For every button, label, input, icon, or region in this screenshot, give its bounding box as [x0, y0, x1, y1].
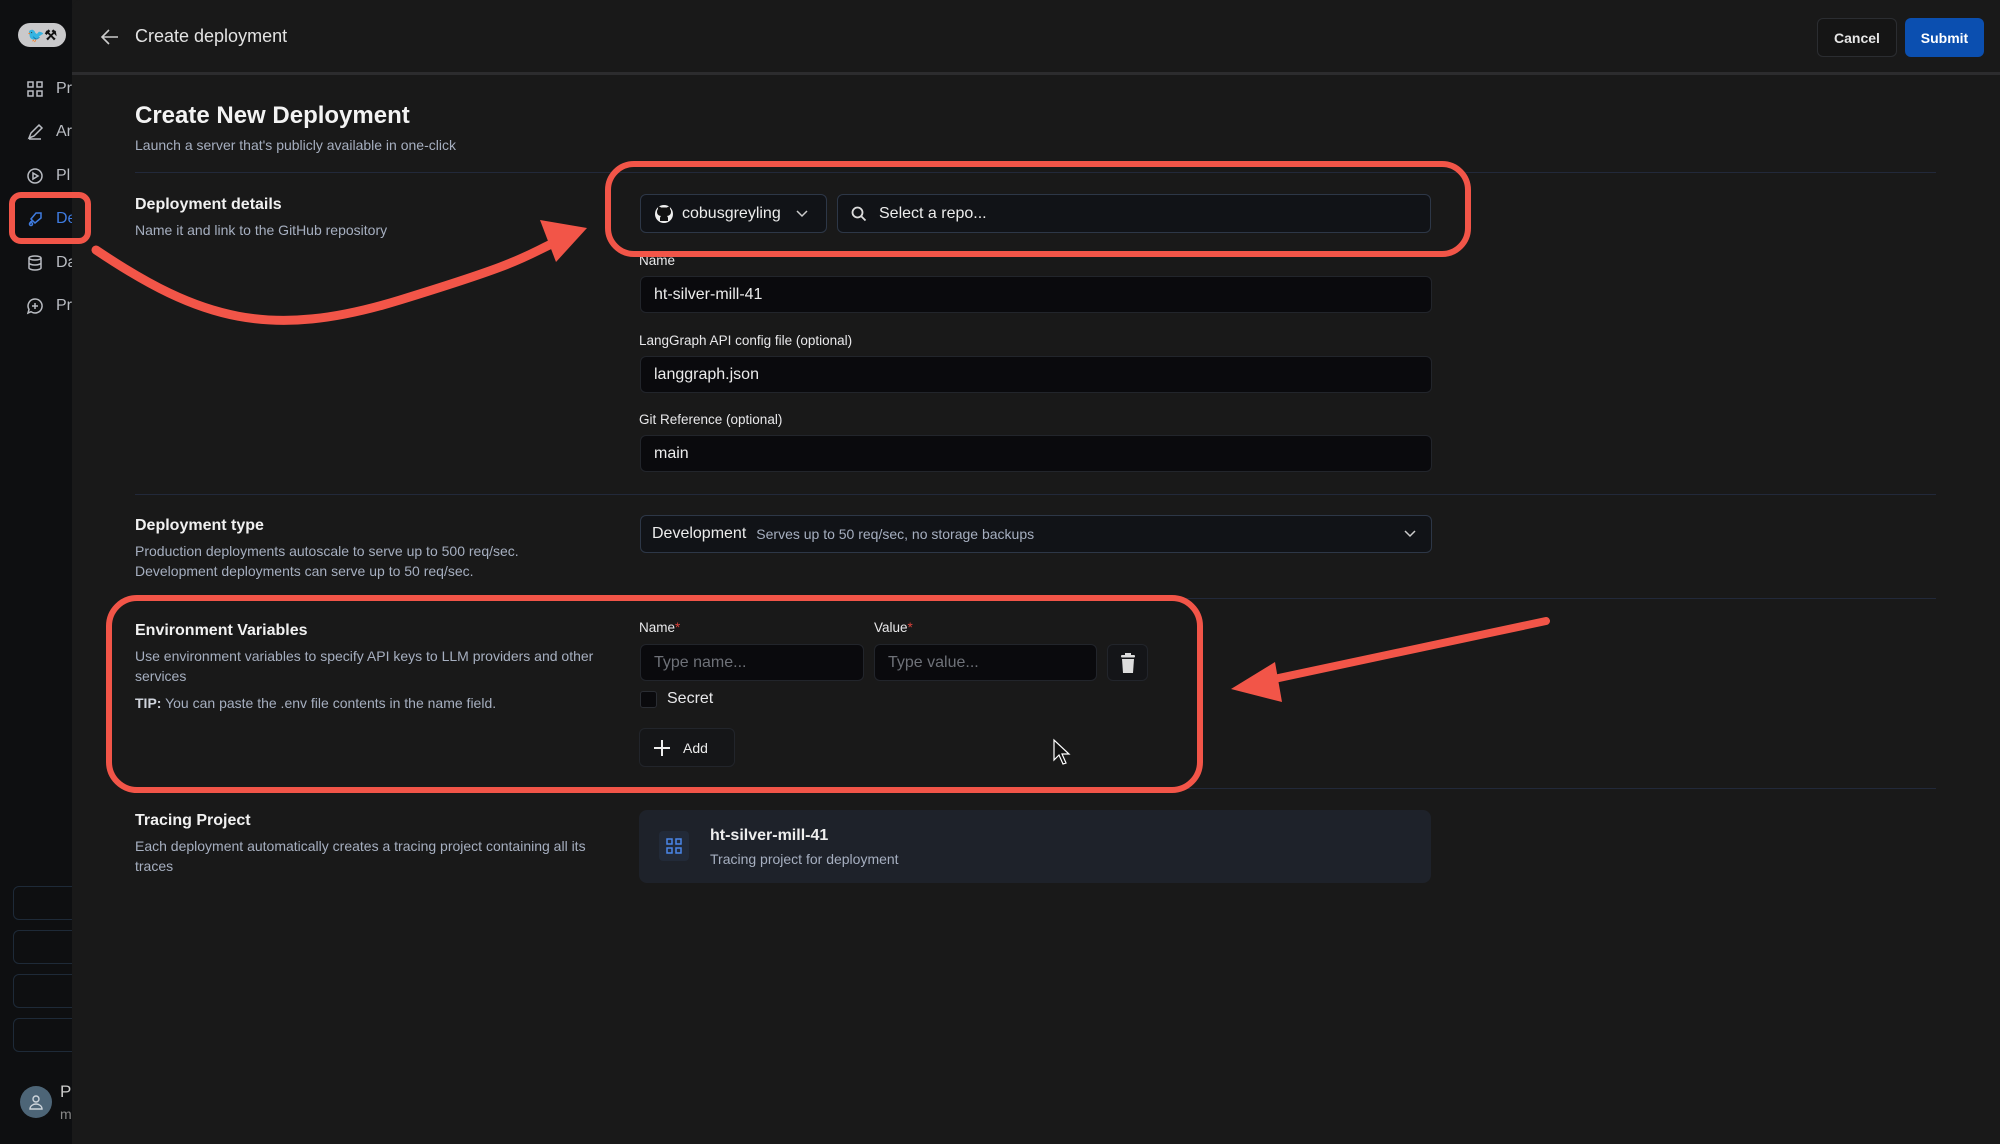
- divider: [135, 598, 1936, 599]
- sidebar-box[interactable]: [13, 930, 72, 964]
- secret-checkbox[interactable]: [640, 691, 657, 708]
- tracing-project-card: ht-silver-mill-41 Tracing project for de…: [639, 810, 1431, 883]
- repo-search-input[interactable]: Select a repo...: [837, 194, 1431, 233]
- pencil-icon: [27, 123, 44, 140]
- sidebar: 🐦⚒ Pr Ar Pl De Da Pr P m: [0, 0, 72, 1144]
- delete-env-button[interactable]: [1107, 644, 1148, 681]
- secret-label: Secret: [667, 690, 714, 707]
- section-desc: Production deployments autoscale to serv…: [135, 543, 519, 559]
- header-title: Create deployment: [135, 26, 288, 46]
- sidebar-item-annotation[interactable]: Ar: [26, 123, 72, 141]
- section-desc: Each deployment automatically creates a …: [135, 838, 586, 874]
- chevron-down-icon: [796, 209, 808, 217]
- section-title: Environment Variables: [135, 622, 308, 639]
- sidebar-box[interactable]: [13, 974, 72, 1008]
- page-subtitle: Launch a server that's publicly availabl…: [135, 137, 456, 153]
- repo-placeholder: Select a repo...: [879, 204, 987, 222]
- name-label: Name: [639, 253, 676, 268]
- chevron-down-icon: [1404, 530, 1416, 538]
- sidebar-item-projects[interactable]: Pr: [26, 80, 72, 98]
- database-icon: [28, 255, 42, 271]
- add-env-button[interactable]: Add: [639, 728, 735, 767]
- section-title: Tracing Project: [135, 812, 251, 829]
- deployment-details-section: Deployment details Name it and link to t…: [135, 196, 615, 240]
- env-value-label: Value*: [874, 620, 913, 635]
- github-icon: [655, 204, 673, 223]
- back-arrow-icon[interactable]: [100, 28, 120, 46]
- sidebar-item-playground[interactable]: Pl: [26, 167, 70, 185]
- chat-plus-icon: [26, 298, 43, 315]
- app-logo[interactable]: 🐦⚒: [18, 23, 66, 47]
- selected-type-desc: Serves up to 50 req/sec, no storage back…: [756, 526, 1035, 542]
- plus-icon: [654, 739, 670, 756]
- user-sub: m: [60, 1106, 72, 1122]
- page-title: Create New Deployment: [135, 102, 410, 129]
- rocket-icon: [28, 212, 42, 227]
- section-desc: Development deployments can serve up to …: [135, 563, 474, 579]
- section-desc: Name it and link to the GitHub repositor…: [135, 222, 388, 238]
- sidebar-box[interactable]: [13, 886, 72, 920]
- config-label: LangGraph API config file (optional): [639, 333, 853, 348]
- git-ref-input[interactable]: main: [640, 435, 1432, 472]
- play-icon: [27, 168, 43, 184]
- sidebar-item-deployments[interactable]: De: [26, 210, 72, 228]
- selected-type: Development: [652, 525, 747, 542]
- tip-text: TIP: You can paste the .env file content…: [135, 695, 497, 711]
- account-label: cobusgreyling: [682, 204, 781, 222]
- env-name-input[interactable]: Type name...: [640, 644, 864, 681]
- search-icon: [851, 206, 867, 221]
- user-name: P: [60, 1082, 72, 1101]
- section-title: Deployment details: [135, 196, 282, 213]
- add-label: Add: [683, 739, 708, 756]
- sidebar-item-datasets[interactable]: Da: [26, 254, 72, 272]
- tracing-project-name: ht-silver-mill-41: [710, 827, 829, 844]
- avatar[interactable]: [20, 1086, 52, 1118]
- section-desc: Use environment variables to specify API…: [135, 648, 594, 684]
- project-grid-icon: [659, 831, 689, 861]
- cancel-button[interactable]: Cancel: [1817, 18, 1897, 57]
- deployment-type-select[interactable]: Development Serves up to 50 req/sec, no …: [640, 515, 1432, 553]
- github-account-select[interactable]: cobusgreyling: [640, 194, 827, 233]
- tracing-section: Tracing Project Each deployment automati…: [135, 812, 615, 876]
- trash-icon: [1120, 652, 1135, 673]
- env-vars-section: Environment Variables Use environment va…: [135, 622, 615, 713]
- env-value-input[interactable]: Type value...: [874, 644, 1097, 681]
- main-panel: Create deployment Cancel Submit Create N…: [72, 0, 2000, 1144]
- divider: [135, 788, 1936, 789]
- grid-icon: [27, 81, 43, 97]
- divider: [135, 172, 1936, 173]
- sidebar-item-prompts[interactable]: Pr: [26, 297, 72, 315]
- submit-button[interactable]: Submit: [1905, 18, 1984, 57]
- user-icon: [29, 1095, 43, 1110]
- sidebar-box[interactable]: [13, 1018, 72, 1052]
- deployment-type-section: Deployment type Production deployments a…: [135, 517, 615, 581]
- git-ref-label: Git Reference (optional): [639, 412, 783, 427]
- header: Create deployment Cancel Submit: [72, 0, 2000, 75]
- section-title: Deployment type: [135, 517, 264, 534]
- config-file-input[interactable]: langgraph.json: [640, 356, 1432, 393]
- env-name-label: Name*: [639, 620, 681, 635]
- tracing-project-sub: Tracing project for deployment: [710, 851, 899, 867]
- name-input[interactable]: ht-silver-mill-41: [640, 276, 1432, 313]
- divider: [135, 494, 1936, 495]
